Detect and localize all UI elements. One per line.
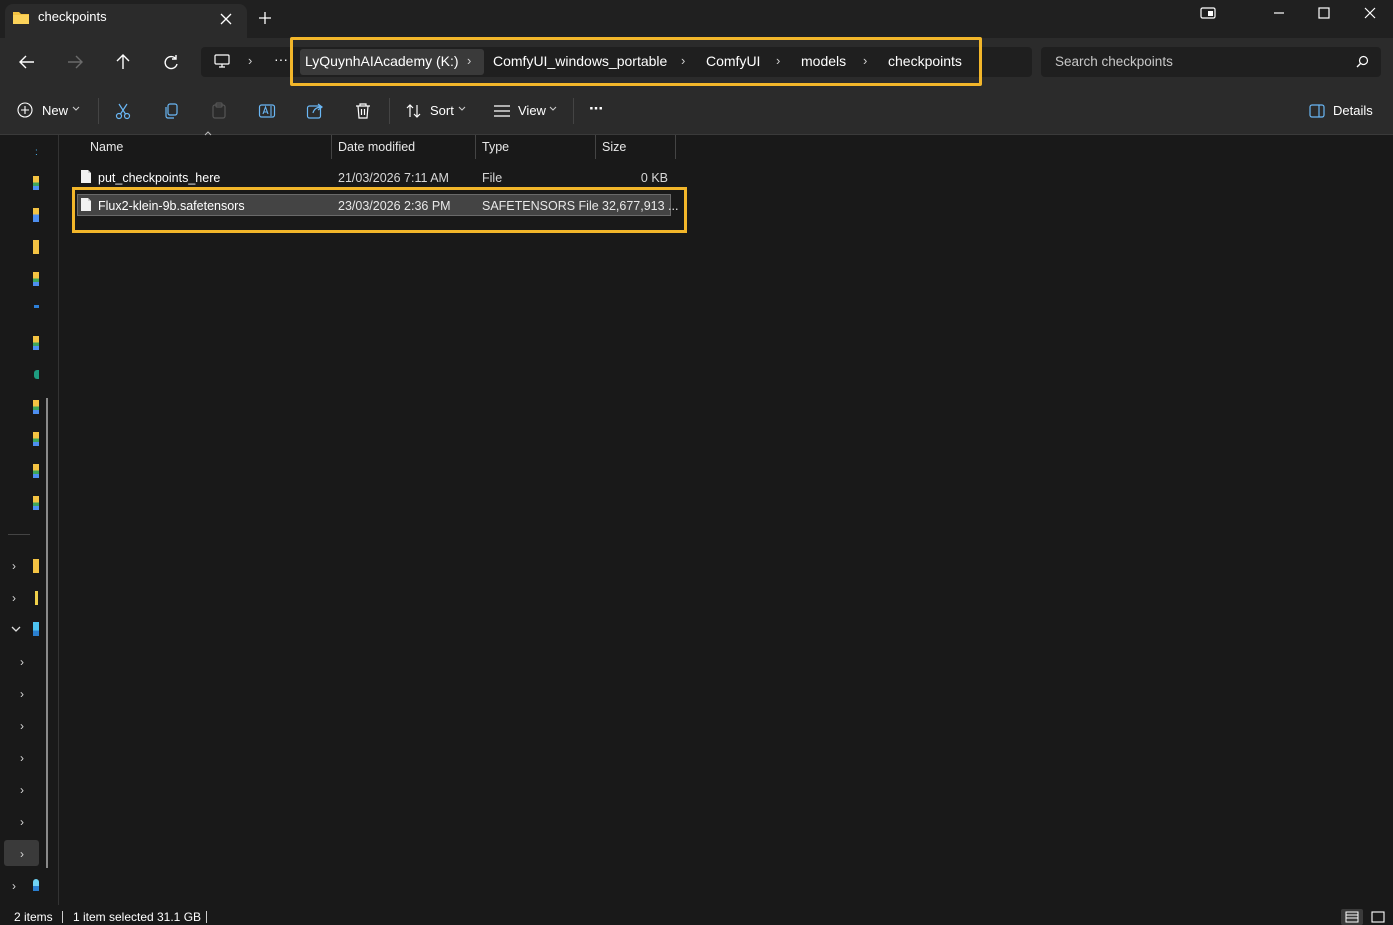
quick-access-folder-icon[interactable] (33, 176, 39, 190)
quick-access-folder-icon[interactable] (33, 272, 39, 286)
chevron-right-icon[interactable]: › (20, 847, 24, 861)
file-date: 21/03/2026 7:11 AM (338, 171, 449, 185)
address-overflow-button[interactable]: ··· (274, 51, 288, 67)
new-tab-button[interactable] (258, 11, 272, 25)
cut-icon[interactable] (114, 102, 132, 120)
refresh-button[interactable] (157, 50, 185, 74)
snap-layout-icon[interactable] (1185, 0, 1231, 30)
chevron-down-icon[interactable] (11, 626, 21, 633)
status-divider (206, 911, 207, 923)
file-icon (80, 169, 92, 184)
forward-button[interactable] (61, 50, 89, 74)
chevron-right-icon[interactable]: › (12, 559, 16, 573)
share-icon[interactable] (306, 102, 324, 120)
details-pane-icon[interactable] (1309, 104, 1325, 118)
column-divider[interactable] (475, 135, 476, 159)
toolbar-divider (573, 98, 574, 124)
status-bar (0, 905, 1393, 925)
file-highlight-box (72, 187, 687, 233)
chevron-right-icon[interactable]: › (20, 719, 24, 733)
chevron-right-icon[interactable]: › (20, 815, 24, 829)
minimize-button[interactable] (1256, 0, 1302, 30)
chevron-down-icon (72, 106, 80, 112)
details-button[interactable]: Details (1333, 103, 1373, 118)
status-selected: 1 item selected (73, 910, 154, 924)
chevron-right-icon[interactable]: › (20, 687, 24, 701)
file-name: put_checkpoints_here (98, 171, 221, 185)
navigation-pane (0, 135, 59, 905)
network-icon[interactable] (33, 879, 39, 891)
this-pc-sidebar-icon[interactable] (33, 622, 39, 636)
quick-access-item-icon[interactable] (34, 305, 39, 308)
delete-icon[interactable] (354, 102, 372, 120)
command-bar (0, 86, 1393, 135)
chevron-right-icon[interactable]: › (20, 655, 24, 669)
home-icon[interactable]: : (35, 147, 38, 158)
quick-access-folder-icon[interactable] (33, 464, 39, 478)
sidebar-divider (8, 534, 30, 535)
sort-button[interactable]: Sort (430, 103, 454, 118)
status-divider (62, 911, 63, 923)
column-divider[interactable] (595, 135, 596, 159)
new-icon[interactable] (17, 102, 33, 118)
details-view-toggle[interactable] (1341, 909, 1363, 925)
column-divider[interactable] (331, 135, 332, 159)
tab-title: checkpoints (38, 9, 107, 24)
quick-access-folder-icon[interactable] (33, 336, 39, 350)
tab-close-icon[interactable] (215, 8, 237, 30)
paste-icon[interactable] (210, 102, 228, 120)
sidebar-scrollbar[interactable] (46, 398, 48, 868)
search-placeholder: Search checkpoints (1055, 54, 1173, 69)
view-button[interactable]: View (518, 103, 546, 118)
up-button[interactable] (109, 50, 137, 74)
status-selected-size: 31.1 GB (157, 910, 202, 924)
folder-icon (12, 9, 30, 25)
column-header-type[interactable]: Type (482, 140, 509, 154)
chevron-right-icon[interactable]: › (20, 751, 24, 765)
chevron-down-icon (458, 106, 466, 112)
chevron-right-icon[interactable]: › (20, 783, 24, 797)
maximize-button[interactable] (1301, 0, 1347, 30)
toolbar-divider (98, 98, 99, 124)
large-icons-view-toggle[interactable] (1369, 909, 1387, 925)
rename-icon[interactable] (258, 102, 276, 120)
quick-access-folder-icon[interactable] (33, 400, 39, 414)
sort-icon[interactable] (405, 103, 423, 119)
column-header-size[interactable]: Size (602, 140, 626, 154)
onedrive-folder-icon[interactable] (35, 591, 38, 605)
quick-access-folder-icon[interactable] (33, 208, 39, 222)
toolbar-divider (389, 98, 390, 124)
chevron-down-icon (549, 106, 557, 112)
close-window-button[interactable] (1347, 0, 1393, 30)
chevron-right-icon[interactable]: › (12, 591, 16, 605)
quick-access-folder-icon[interactable] (33, 240, 39, 254)
this-pc-icon[interactable] (213, 53, 231, 69)
column-header-name[interactable]: Name (90, 140, 123, 154)
view-icon[interactable] (493, 104, 511, 118)
back-button[interactable] (13, 50, 41, 74)
column-header-date[interactable]: Date modified (338, 140, 415, 154)
status-item-count: 2 items (14, 910, 53, 924)
address-highlight-box (290, 37, 982, 86)
sort-ascending-indicator (204, 131, 212, 136)
quick-access-item-icon[interactable] (34, 370, 39, 379)
file-type: File (482, 171, 503, 185)
quick-access-folder-icon[interactable] (33, 432, 39, 446)
more-options-button[interactable]: ··· (589, 99, 604, 119)
quick-access-folder-icon[interactable] (33, 496, 39, 510)
search-icon[interactable] (1356, 55, 1369, 68)
gallery-icon[interactable] (33, 559, 39, 573)
chevron-right-icon[interactable]: › (12, 879, 16, 893)
new-button[interactable]: New (42, 103, 68, 118)
column-divider[interactable] (675, 135, 676, 159)
file-size: 0 KB (640, 171, 668, 185)
chevron-right-icon: › (248, 53, 253, 68)
copy-icon[interactable] (162, 102, 180, 120)
